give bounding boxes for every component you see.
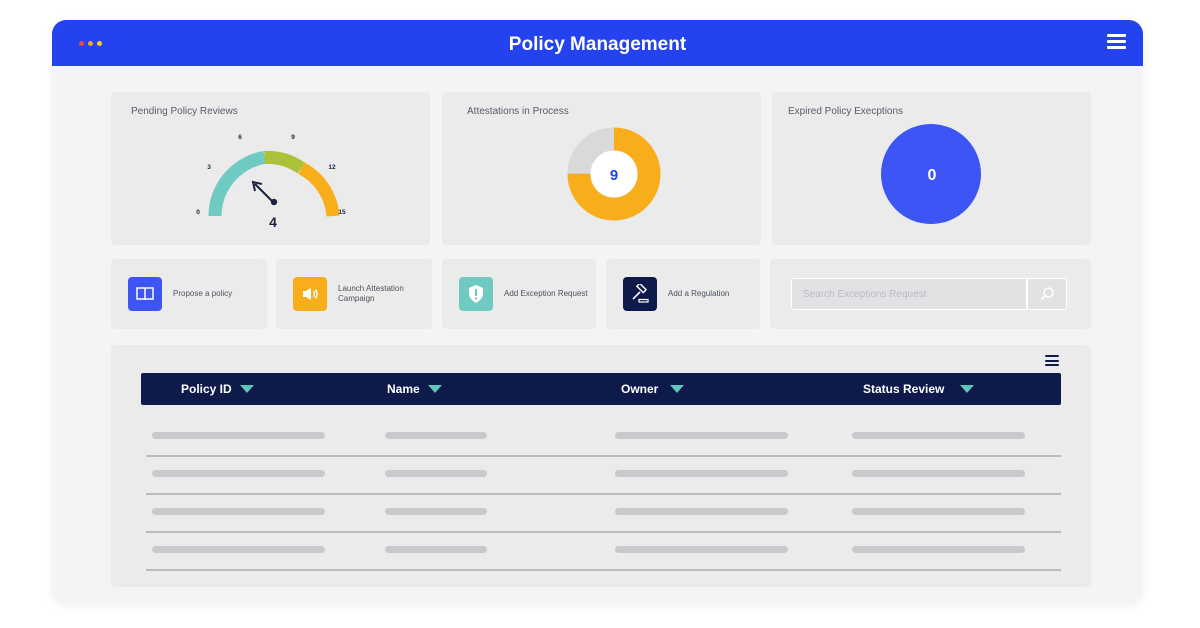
app-title: Policy Management (508, 34, 687, 55)
attestations-card: Attestations in Process 9 (442, 92, 761, 245)
pending-reviews-value: 4 (269, 214, 277, 230)
table-row[interactable] (146, 457, 1061, 495)
column-header-owner[interactable]: Owner (621, 373, 685, 405)
megaphone-icon (293, 277, 327, 311)
gauge-segment-orange (298, 162, 340, 217)
column-label-name: Name (387, 382, 420, 396)
column-label-status-review: Status Review (863, 382, 945, 396)
shield-alert-icon (459, 277, 493, 311)
sort-caret-icon (670, 385, 685, 393)
attestations-value: 9 (610, 167, 618, 184)
gauge-label-15: 15 (338, 209, 346, 216)
table-header: Policy ID Name Owner Status Review (141, 373, 1061, 405)
column-header-policy-id[interactable]: Policy ID (181, 373, 254, 405)
book-icon (128, 277, 162, 311)
attestations-donut: 9 (567, 127, 661, 221)
search-icon (1040, 287, 1054, 301)
table-row[interactable] (146, 419, 1061, 457)
propose-policy-label: Propose a policy (173, 289, 233, 298)
search-box (791, 278, 1067, 310)
gavel-icon (623, 277, 657, 311)
column-header-name[interactable]: Name (387, 373, 442, 405)
column-label-owner: Owner (621, 382, 659, 396)
gauge-label-9: 9 (291, 134, 295, 141)
add-exception-label: Add Exception Request (504, 289, 588, 298)
table-menu-icon[interactable] (1045, 355, 1059, 369)
policy-table-card: Policy ID Name Owner Status Review (111, 345, 1091, 587)
gauge-segment-teal-top (235, 150, 266, 174)
sort-caret-icon (960, 385, 975, 393)
propose-policy-button[interactable]: Propose a policy (111, 259, 267, 329)
launch-attestation-button[interactable]: Launch Attestation Campaign (276, 259, 432, 329)
column-header-status-review[interactable]: Status Review (863, 373, 975, 405)
gauge-label-3: 3 (207, 164, 211, 171)
sort-caret-icon (239, 385, 254, 393)
sort-caret-icon (427, 385, 442, 393)
hamburger-menu-icon[interactable] (1107, 34, 1126, 50)
column-label-policy-id: Policy ID (181, 382, 232, 396)
gauge-hub (270, 198, 278, 206)
gauge-label-0: 0 (196, 209, 200, 216)
launch-attestation-label: Launch Attestation Campaign (338, 284, 404, 303)
expired-exceptions-card: Expired Policy Execptions 0 (772, 92, 1091, 245)
add-regulation-button[interactable]: Add a Regulation (606, 259, 760, 329)
title-bar: Policy Management (52, 20, 1143, 66)
gauge-label-12: 12 (328, 164, 336, 171)
gauge-segment-teal (208, 162, 244, 217)
table-row[interactable] (146, 495, 1061, 533)
table-row[interactable] (146, 533, 1061, 571)
search-input[interactable] (792, 279, 1026, 309)
gauge-label-6: 6 (238, 134, 242, 141)
pending-reviews-gauge: 0 3 6 9 12 15 4 (196, 134, 346, 230)
expired-exceptions-circle: 0 (881, 124, 981, 224)
add-regulation-label: Add a Regulation (668, 289, 730, 298)
pending-reviews-card: Pending Policy Reviews 0 3 6 9 12 15 4 (111, 92, 430, 245)
expired-exceptions-value: 0 (928, 167, 937, 184)
gauge-needle (254, 183, 274, 203)
search-button[interactable] (1026, 279, 1066, 309)
gauge-segment-green (264, 150, 306, 174)
add-exception-button[interactable]: Add Exception Request (442, 259, 596, 329)
